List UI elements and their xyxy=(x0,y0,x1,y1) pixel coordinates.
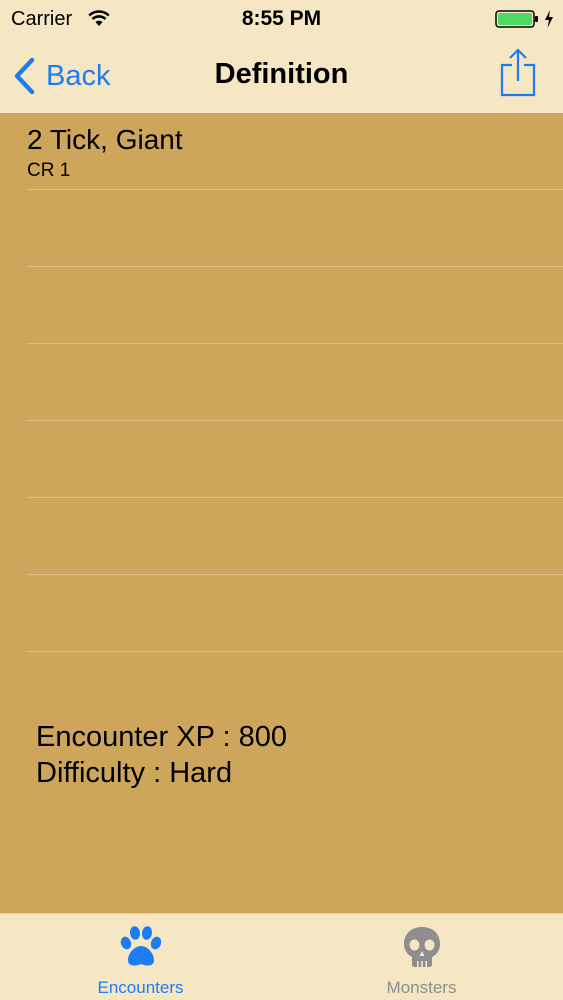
encounter-summary: Encounter XP : 800 Difficulty : Hard xyxy=(36,719,287,791)
list-item[interactable]: 2 Tick, Giant CR 1 xyxy=(27,113,563,190)
list-item xyxy=(27,421,563,498)
share-icon[interactable] xyxy=(499,48,537,98)
challenge-rating: CR 1 xyxy=(27,160,71,181)
skull-icon xyxy=(403,927,440,967)
status-bar: Carrier 8:55 PM xyxy=(0,0,563,38)
status-time: 8:55 PM xyxy=(241,7,322,30)
charging-bolt-icon xyxy=(545,10,553,28)
tab-bar: Encounters Monsters xyxy=(0,913,563,1000)
tab-label: Monsters xyxy=(386,978,457,997)
list-item xyxy=(27,575,563,652)
tab-encounters[interactable]: Encounters xyxy=(0,914,281,1000)
list-item xyxy=(27,498,563,575)
battery-icon xyxy=(495,10,538,28)
paw-icon xyxy=(120,926,161,966)
monster-name: 2 Tick, Giant xyxy=(27,124,183,155)
tab-label: Encounters xyxy=(97,978,184,997)
page-title: Definition xyxy=(214,58,349,90)
encounter-difficulty: Difficulty : Hard xyxy=(36,757,233,789)
top-chrome: Carrier 8:55 PM Back Definition xyxy=(0,0,563,113)
tab-monsters[interactable]: Monsters xyxy=(281,914,562,1000)
encounter-content: 2 Tick, Giant CR 1 Encounter XP : 800 Di… xyxy=(0,113,563,913)
list-item xyxy=(27,267,563,344)
encounter-xp: Encounter XP : 800 xyxy=(36,721,287,753)
list-item xyxy=(27,190,563,267)
navigation-bar: Back Definition xyxy=(0,38,563,113)
list-item xyxy=(27,344,563,421)
